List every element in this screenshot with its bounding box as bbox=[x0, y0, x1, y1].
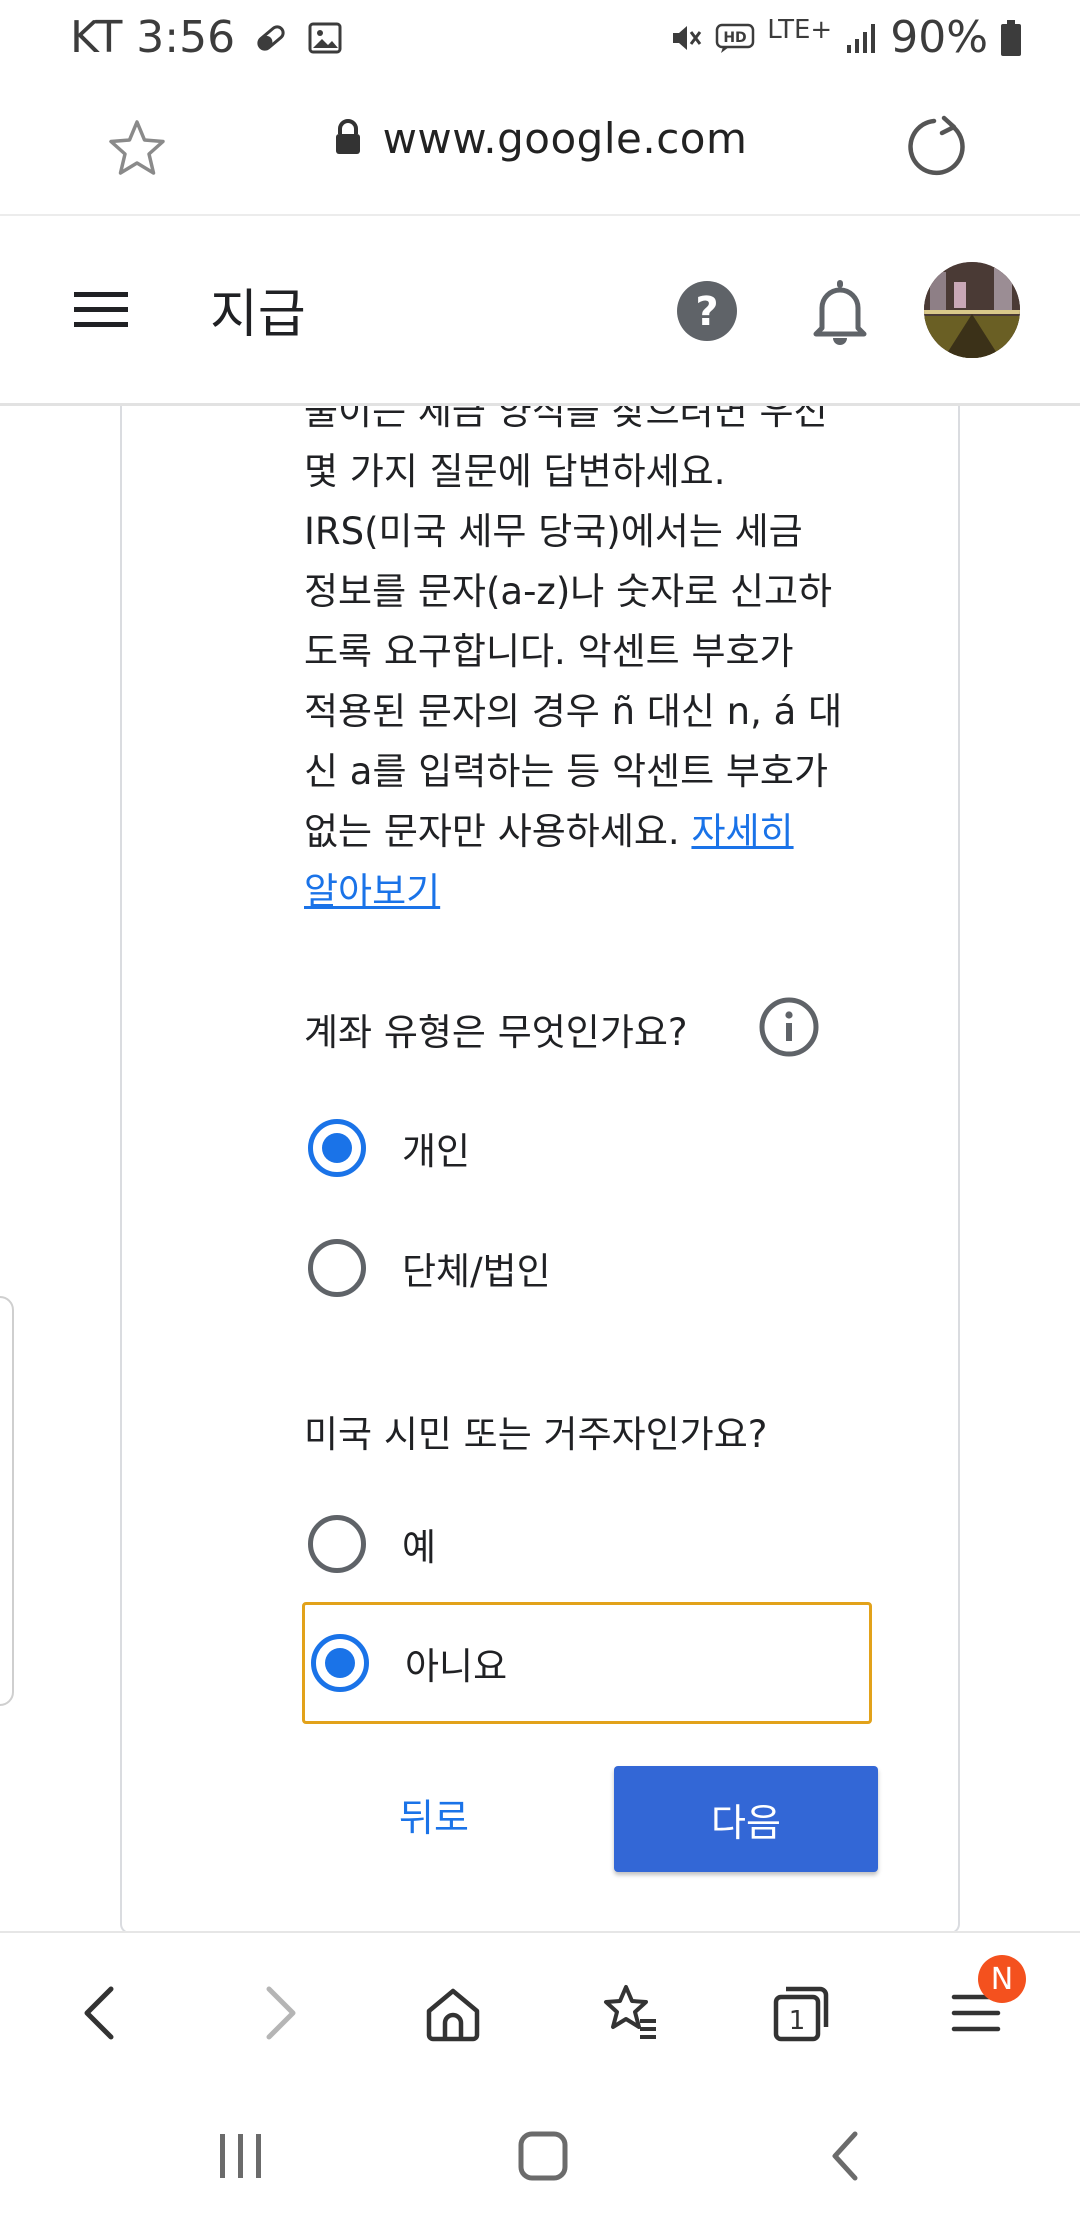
carrier-time: KT 3:56 bbox=[70, 12, 236, 63]
browser-back-button[interactable] bbox=[60, 1973, 140, 2053]
radio-button-checked[interactable] bbox=[311, 1634, 369, 1692]
radio-label: 단체/법인 bbox=[402, 1250, 551, 1293]
radio-option-individual[interactable]: 개인 bbox=[304, 1098, 874, 1198]
status-left: KT 3:56 bbox=[70, 12, 343, 63]
back-arrow-icon bbox=[832, 2131, 858, 2181]
avatar[interactable] bbox=[924, 262, 1020, 358]
chevron-right-icon bbox=[266, 1986, 296, 2040]
learn-more-link-continued[interactable]: 알아보기 bbox=[304, 870, 440, 913]
help-button[interactable]: ? bbox=[676, 280, 738, 342]
menu-notification-badge: N bbox=[978, 1955, 1026, 2003]
hd-icon: HD bbox=[715, 21, 755, 55]
bookmark-list-icon bbox=[604, 1985, 656, 2039]
mute-icon bbox=[669, 21, 703, 55]
page-title: 지급 bbox=[210, 285, 306, 345]
description-line: 몇 가지 질문에 답변하세요. bbox=[304, 450, 726, 493]
description-line: 도록 요구합니다. 악센트 부호가 bbox=[304, 630, 794, 673]
reload-icon bbox=[908, 115, 965, 176]
battery-percent: 90% bbox=[890, 12, 988, 63]
tabs-icon: 1 bbox=[773, 1986, 829, 2042]
back-button[interactable]: 뒤로 bbox=[364, 1774, 504, 1854]
browser-toolbar: 1 N bbox=[0, 1931, 1080, 2081]
description-line: 신 a를 입력하는 등 악센트 부호가 bbox=[304, 750, 828, 793]
system-home-button[interactable] bbox=[508, 2121, 578, 2191]
description-text: 없는 문자만 사용하세요. bbox=[304, 810, 692, 853]
main-menu-button[interactable] bbox=[72, 288, 130, 332]
learn-more-link[interactable]: 자세히 bbox=[691, 810, 793, 853]
edge-panel-handle[interactable] bbox=[0, 1296, 14, 1706]
system-back-button[interactable] bbox=[810, 2121, 880, 2191]
browser-url-bar: www.google.com bbox=[0, 78, 1080, 216]
battery-icon bbox=[1000, 19, 1022, 57]
description-line: 알아보기 bbox=[304, 862, 904, 922]
lock-icon bbox=[333, 118, 363, 160]
next-button[interactable]: 다음 bbox=[614, 1766, 878, 1872]
bell-icon bbox=[813, 280, 867, 345]
home-square-icon bbox=[518, 2131, 568, 2181]
bookmarks-button[interactable] bbox=[588, 1973, 668, 2053]
us-citizen-question: 미국 시민 또는 거주자인가요? bbox=[304, 1413, 768, 1456]
home-icon bbox=[426, 1988, 480, 2042]
notifications-button[interactable] bbox=[812, 276, 868, 346]
hamburger-icon bbox=[74, 292, 128, 327]
account-type-info-button[interactable] bbox=[758, 996, 820, 1058]
recent-apps-button[interactable] bbox=[206, 2121, 276, 2191]
network-label: LTE+ bbox=[767, 14, 833, 45]
recents-icon bbox=[220, 2134, 261, 2178]
description-line: 적용된 문자의 경우 ñ 대신 n, á 대 bbox=[304, 690, 843, 733]
radio-label: 개인 bbox=[402, 1130, 471, 1173]
description-line: 정보를 문자(a-z)나 숫자로 신고하 bbox=[304, 570, 833, 613]
info-icon bbox=[759, 997, 819, 1057]
browser-home-button[interactable] bbox=[413, 1973, 493, 2053]
reload-button[interactable] bbox=[904, 114, 970, 180]
pill-icon bbox=[253, 20, 289, 56]
radio-button[interactable] bbox=[308, 1239, 366, 1297]
radio-button-checked[interactable] bbox=[308, 1119, 366, 1177]
radio-option-entity[interactable]: 단체/법인 bbox=[304, 1218, 874, 1318]
browser-forward-button[interactable] bbox=[240, 1973, 320, 2053]
radio-option-no[interactable]: 아니요 bbox=[302, 1602, 872, 1724]
tabs-button[interactable]: 1 bbox=[762, 1973, 842, 2053]
image-icon bbox=[307, 20, 343, 56]
tax-info-description: 풀이는 세금 양식을 찾으려면 우선 몇 가지 질문에 답변하세요. IRS(미… bbox=[304, 406, 904, 922]
url-text: www.google.com bbox=[382, 114, 748, 163]
help-icon: ? bbox=[677, 281, 737, 341]
status-bar: KT 3:56 HD LTE+ 90% bbox=[0, 0, 1080, 78]
radio-label: 아니요 bbox=[405, 1645, 508, 1688]
chevron-left-icon bbox=[84, 1986, 114, 2040]
radio-label: 예 bbox=[402, 1526, 437, 1569]
avatar-photo bbox=[924, 262, 1020, 358]
radio-button[interactable] bbox=[308, 1515, 366, 1573]
signal-icon bbox=[844, 21, 878, 55]
status-right: HD LTE+ 90% bbox=[669, 12, 1022, 63]
description-line: IRS(미국 세무 당국)에서는 세금 bbox=[304, 510, 803, 553]
tab-count: 1 bbox=[789, 2006, 806, 2036]
svg-text:HD: HD bbox=[724, 30, 747, 46]
app-header: 지급 ? bbox=[0, 216, 1080, 406]
description-line: 없는 문자만 사용하세요. 자세히 bbox=[304, 802, 904, 862]
radio-option-yes[interactable]: 예 bbox=[304, 1494, 874, 1594]
description-line: 풀이는 세금 양식을 찾으려면 우선 bbox=[304, 406, 828, 433]
system-nav-bar bbox=[0, 2081, 1080, 2220]
account-type-question: 계좌 유형은 무엇인가요? bbox=[304, 1011, 688, 1054]
svg-text:?: ? bbox=[695, 289, 718, 335]
main-content[interactable]: 풀이는 세금 양식을 찾으려면 우선 몇 가지 질문에 답변하세요. IRS(미… bbox=[0, 406, 1080, 1931]
